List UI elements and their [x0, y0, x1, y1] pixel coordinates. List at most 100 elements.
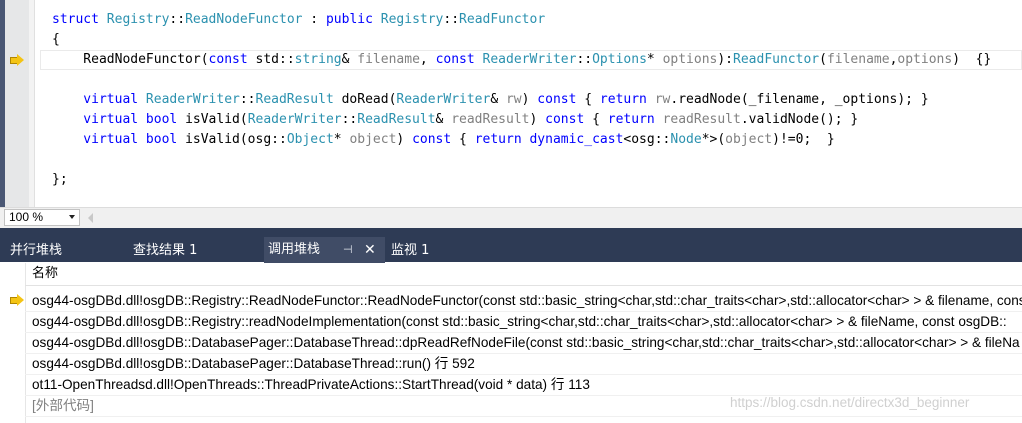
code-token: *	[646, 52, 663, 67]
tab-find-results[interactable]: 查找结果 1	[133, 240, 197, 262]
code-token: ReaderWriter	[482, 52, 577, 67]
code-token: string	[294, 52, 342, 67]
code-token: &	[341, 52, 358, 67]
code-token: .validNode(); }	[740, 112, 859, 127]
code-token: ReaderWriter	[247, 112, 342, 127]
code-token: ::	[239, 92, 256, 107]
code-token: return	[599, 92, 655, 107]
code-token: (	[819, 52, 827, 67]
close-icon[interactable]: ✕	[364, 240, 376, 260]
code-line[interactable]: };	[52, 170, 991, 190]
code-text[interactable]: struct Registry::ReadNodeFunctor : publi…	[52, 10, 991, 190]
code-token: const	[208, 52, 256, 67]
code-token: Registry	[106, 12, 170, 27]
tab-watch[interactable]: 监视 1	[391, 240, 429, 262]
code-token: ) {}	[952, 52, 992, 67]
call-stack-row[interactable]: osg44-osgDBd.dll!osgDB::Registry::ReadNo…	[25, 290, 1022, 312]
code-token: Node	[670, 132, 702, 147]
glyph-margin[interactable]	[5, 0, 29, 207]
code-token: ):	[717, 52, 734, 67]
code-token: const	[435, 52, 483, 67]
tab-label: 调用堆栈	[268, 242, 321, 257]
code-token: Object	[286, 132, 334, 147]
code-token: rw	[505, 92, 522, 107]
code-editor[interactable]: struct Registry::ReadNodeFunctor : publi…	[0, 0, 1022, 207]
code-token: ::	[169, 12, 186, 27]
frame-text: ot11-OpenThreadsd.dll!OpenThreads::Threa…	[32, 377, 590, 392]
pin-icon[interactable]: ⊣	[343, 241, 353, 259]
code-token: ReadFunctor	[459, 12, 546, 27]
code-token: Registry	[380, 12, 444, 27]
code-line[interactable]: struct Registry::ReadNodeFunctor : publi…	[52, 10, 991, 30]
zoom-value: 100 %	[9, 210, 44, 224]
code-token: options	[662, 52, 718, 67]
frame-text: osg44-osgDBd.dll!osgDB::Registry::ReadNo…	[32, 293, 1022, 308]
code-token: ReaderWriter	[145, 92, 240, 107]
code-token: filename	[357, 52, 420, 67]
column-header[interactable]: 名称	[25, 263, 1022, 286]
code-token: {	[592, 112, 608, 127]
code-token: virtual bool	[52, 112, 186, 127]
code-line[interactable]: virtual ReaderWriter::ReadResult doRead(…	[52, 90, 991, 110]
code-token: *>(	[701, 132, 726, 147]
code-token: :	[302, 12, 326, 27]
frame-text: [外部代码]	[32, 398, 94, 413]
code-token: ReaderWriter	[396, 92, 491, 107]
code-token: virtual	[52, 92, 146, 107]
code-token: ::	[341, 112, 358, 127]
code-token: ReadResult	[255, 92, 334, 107]
zoom-dropdown[interactable]: 100 %	[4, 209, 80, 226]
code-token: ,	[419, 52, 436, 67]
chevron-down-icon[interactable]	[69, 215, 75, 219]
code-token: isValid(	[185, 112, 248, 127]
code-token: <osg::	[623, 132, 671, 147]
code-token: {	[459, 132, 475, 147]
code-token: const	[545, 112, 593, 127]
code-token: public	[325, 12, 381, 27]
code-token: )	[521, 92, 538, 107]
code-token: isValid(osg::	[185, 132, 287, 147]
code-line[interactable]	[52, 150, 991, 170]
code-token: Options	[592, 52, 647, 67]
tab-label: 并行堆栈	[10, 243, 63, 258]
column-name-header[interactable]: 名称	[32, 266, 58, 282]
code-token: struct	[52, 12, 107, 27]
code-token: *	[333, 132, 350, 147]
call-stack-row[interactable]: osg44-osgDBd.dll!osgDB::DatabasePager::D…	[25, 332, 1022, 354]
code-token: ReadResult	[357, 112, 436, 127]
code-token: )	[529, 112, 546, 127]
code-token: return	[607, 112, 663, 127]
code-line[interactable]: virtual bool isValid(osg::Object* object…	[52, 130, 991, 150]
scroll-left-arrow-icon[interactable]	[88, 213, 93, 223]
call-stack-row[interactable]: ot11-OpenThreadsd.dll!OpenThreads::Threa…	[25, 374, 1022, 396]
code-token: {	[52, 32, 60, 47]
code-token: return dynamic_cast	[474, 132, 624, 147]
code-line[interactable]: ReadNodeFunctor(const std::string& filen…	[52, 50, 991, 70]
code-token: filename	[826, 52, 890, 67]
code-token: .readNode(_filename, _options); }	[670, 92, 929, 107]
code-line[interactable]: virtual bool isValid(ReaderWriter::ReadR…	[52, 110, 991, 130]
tab-parallel-stacks[interactable]: 并行堆栈	[10, 240, 62, 262]
tab-label: 监视 1	[391, 243, 430, 258]
code-token: doRead(	[333, 92, 397, 107]
code-token: object	[725, 132, 773, 147]
code-token: {	[584, 92, 600, 107]
code-token: &	[435, 112, 452, 127]
code-token: virtual bool	[52, 132, 186, 147]
code-token: };	[52, 172, 68, 187]
code-token: options	[897, 52, 953, 67]
change-tracking-bar	[29, 0, 35, 207]
code-token: const	[412, 132, 460, 147]
code-token: )!=0; }	[772, 132, 835, 147]
code-token: ReadNodeFunctor	[185, 12, 303, 27]
code-line[interactable]: {	[52, 30, 991, 50]
frame-indicator-gutter	[0, 263, 26, 423]
code-line[interactable]	[52, 70, 991, 90]
frame-text: osg44-osgDBd.dll!osgDB::DatabasePager::D…	[32, 335, 1020, 350]
code-token: &	[490, 92, 506, 107]
frame-text: osg44-osgDBd.dll!osgDB::Registry::readNo…	[32, 314, 1007, 329]
code-token: readResult	[662, 112, 741, 127]
editor-status-bar: 100 %	[0, 207, 1022, 228]
call-stack-row[interactable]: osg44-osgDBd.dll!osgDB::Registry::readNo…	[25, 311, 1022, 333]
call-stack-row[interactable]: osg44-osgDBd.dll!osgDB::DatabasePager::D…	[25, 353, 1022, 375]
